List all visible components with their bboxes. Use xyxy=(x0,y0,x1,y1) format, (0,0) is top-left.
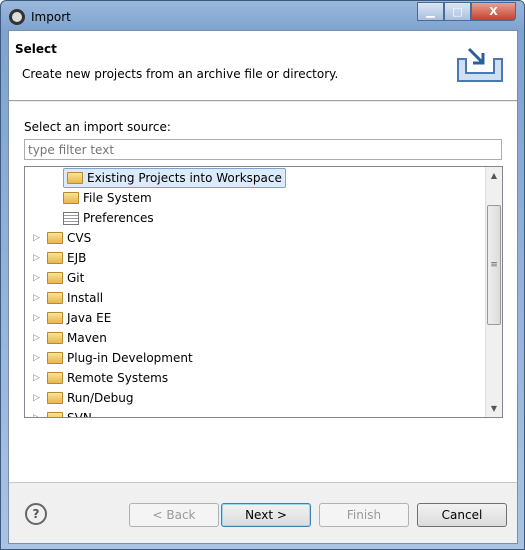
tree-item-label: EJB xyxy=(67,251,87,265)
folder-icon xyxy=(47,232,63,244)
vertical-scrollbar[interactable]: ▲ ≡ ▼ xyxy=(485,167,502,417)
tree-item[interactable]: ▷ Install xyxy=(33,288,103,308)
page-title: Select xyxy=(15,42,57,56)
cancel-button[interactable]: Cancel xyxy=(417,503,507,527)
import-source-tree: ▷ SVN ▷ Run/Debug ▷ Remote Systems ▷ Plug-in De… xyxy=(24,166,503,418)
import-banner-icon xyxy=(457,47,503,82)
scroll-down-arrow[interactable]: ▼ xyxy=(486,400,502,417)
tree-item-label: Maven xyxy=(67,331,107,345)
tree-item-label: CVS xyxy=(67,231,92,245)
folder-icon xyxy=(47,352,63,364)
folder-icon xyxy=(47,372,63,384)
folder-icon xyxy=(47,412,63,417)
back-button[interactable]: < Back xyxy=(129,503,219,527)
folder-icon xyxy=(47,272,63,284)
tree-item[interactable]: File System xyxy=(63,188,152,208)
folder-import-icon xyxy=(67,172,83,184)
close-button[interactable]: X xyxy=(471,2,516,21)
tree-item[interactable]: ▷ EJB xyxy=(33,248,86,268)
expand-arrow-icon[interactable]: ▷ xyxy=(33,413,43,417)
tree-item[interactable]: ▷ Git xyxy=(33,268,84,288)
tree-item[interactable]: ▷ CVS xyxy=(33,228,91,248)
tree-item-label: Existing Projects into Workspace xyxy=(87,171,282,185)
tree-item[interactable]: ▷ Java EE xyxy=(33,308,111,328)
maximize-button[interactable]: □ xyxy=(444,2,471,21)
scroll-up-arrow[interactable]: ▲ xyxy=(486,167,502,184)
tree-item-label: Preferences xyxy=(83,211,154,225)
tree-item[interactable]: ▷ Run/Debug xyxy=(33,388,134,408)
folder-icon xyxy=(47,392,63,404)
expand-arrow-icon[interactable]: ▷ xyxy=(33,353,43,363)
expand-arrow-icon[interactable]: ▷ xyxy=(33,373,43,383)
tree-item[interactable]: ▷ Remote Systems xyxy=(33,368,168,388)
folder-icon xyxy=(47,292,63,304)
title-bar: Import xyxy=(9,7,71,27)
filter-input[interactable] xyxy=(24,139,502,160)
folder-icon xyxy=(47,252,63,264)
tree-item[interactable]: ▷ SVN xyxy=(33,408,92,418)
tree-item[interactable]: Preferences xyxy=(63,208,154,228)
tree-item-label: Install xyxy=(67,291,104,305)
expand-arrow-icon[interactable]: ▷ xyxy=(33,273,43,283)
expand-arrow-icon[interactable]: ▷ xyxy=(33,393,43,403)
next-button[interactable]: Next > xyxy=(221,503,311,527)
import-dialog: Import ▁ □ X Select Create new projects … xyxy=(0,0,525,550)
tree-item-label: Git xyxy=(67,271,85,285)
tree-item-label: Remote Systems xyxy=(67,371,169,385)
tree-item[interactable]: Existing Projects into Workspace xyxy=(63,168,286,188)
minimize-button[interactable]: ▁ xyxy=(417,2,444,21)
tree-item-label: Java EE xyxy=(67,311,112,325)
expand-arrow-icon[interactable]: ▷ xyxy=(33,253,43,263)
eclipse-icon xyxy=(9,9,25,25)
expand-arrow-icon[interactable]: ▷ xyxy=(33,313,43,323)
help-icon[interactable]: ? xyxy=(25,503,47,525)
folder-icon xyxy=(63,192,79,204)
page-description: Create new projects from an archive file… xyxy=(22,67,339,81)
import-source-label: Select an import source: xyxy=(24,120,171,134)
window-title: Import xyxy=(31,10,71,24)
tree-item[interactable]: ▷ Maven xyxy=(33,328,107,348)
tree-item-label: Run/Debug xyxy=(67,391,134,405)
expand-arrow-icon[interactable]: ▷ xyxy=(33,233,43,243)
tree-item-label: Plug-in Development xyxy=(67,351,193,365)
tree-item-label: SVN xyxy=(67,411,92,418)
scroll-thumb[interactable]: ≡ xyxy=(487,205,501,325)
expand-arrow-icon[interactable]: ▷ xyxy=(33,293,43,303)
tree-item[interactable]: ▷ Plug-in Development xyxy=(33,348,193,368)
folder-icon xyxy=(47,312,63,324)
finish-button[interactable]: Finish xyxy=(319,503,409,527)
folder-icon xyxy=(47,332,63,344)
expand-arrow-icon[interactable]: ▷ xyxy=(33,333,43,343)
divider xyxy=(9,482,517,483)
tree-item-label: File System xyxy=(83,191,152,205)
wizard-header: Select Create new projects from an archi… xyxy=(9,31,517,101)
preferences-icon xyxy=(63,211,79,225)
